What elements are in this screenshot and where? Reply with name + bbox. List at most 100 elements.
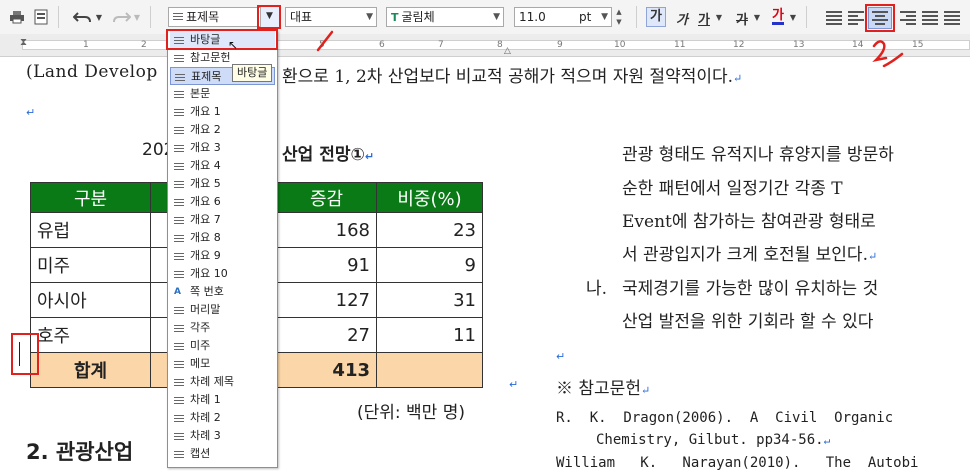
body-text-line: 산업 발전을 위한 기회라 할 수 있다 <box>622 307 873 332</box>
paragraph-mark-icon: ↵ <box>509 378 519 391</box>
dropdown-item[interactable]: 메모 <box>170 355 275 373</box>
style-icon <box>174 269 184 279</box>
table-cell[interactable]: 미주 <box>30 247 151 283</box>
bold-button[interactable]: 가 <box>646 7 666 27</box>
align-left-icon[interactable] <box>848 9 864 25</box>
style-icon <box>174 125 184 135</box>
dropdown-item[interactable]: 개요 2 <box>170 121 275 139</box>
chevron-down-icon: ▼ <box>601 12 608 22</box>
undo-dropdown-icon[interactable]: ▼ <box>94 8 104 26</box>
formatting-toolbar: ▼ ▼ 표제목 ▼ 대표 ▼ T 굴림체 ▼ 11.0 pt ▼ ▲ ▼ 가 가 가… <box>0 0 970 35</box>
redo-dropdown-icon[interactable]: ▼ <box>132 8 142 26</box>
italic-button[interactable]: 가 <box>676 9 688 28</box>
table-total-cell[interactable]: 413 <box>276 352 377 388</box>
dropdown-item[interactable]: 차례 제목 <box>170 373 275 391</box>
list-marker: 나. <box>586 279 608 299</box>
font-select[interactable]: T 굴림체 ▼ <box>386 7 504 27</box>
dropdown-item[interactable]: 개요 4 <box>170 157 275 175</box>
table-cell[interactable]: 23 <box>376 212 483 248</box>
font-style-icon: A <box>174 287 181 297</box>
style-icon <box>174 197 184 207</box>
dropdown-item[interactable]: 차례 2 <box>170 409 275 427</box>
table-cell[interactable]: 호주 <box>30 317 151 353</box>
reference-text: Chemistry, Gilbut. pp34-56. <box>596 432 824 448</box>
ruler-number: 1 <box>83 40 89 50</box>
table-cell[interactable]: 127 <box>276 282 377 318</box>
table-total-cell[interactable] <box>376 352 483 388</box>
table-total-cell[interactable]: 합계 <box>30 352 151 388</box>
style-icon <box>174 215 184 225</box>
style-icon <box>173 9 183 20</box>
style-dropdown-list[interactable]: 바탕글 참고문헌 표제목 본문 개요 1 개요 2 개요 3 개요 4 개요 5… <box>167 30 278 468</box>
indent-marker-icon[interactable]: ⧗ <box>20 37 27 48</box>
table-cell[interactable]: 유럽 <box>30 212 151 248</box>
dropdown-item[interactable]: 개요 10 <box>170 265 275 283</box>
align-split-icon[interactable] <box>944 9 960 25</box>
toolbar-separator <box>58 6 59 28</box>
table-cell[interactable]: 11 <box>376 317 483 353</box>
toolbar-separator <box>150 6 151 28</box>
font-size-stepper[interactable]: ▲ ▼ <box>614 7 624 27</box>
table-cell[interactable]: 9 <box>376 247 483 283</box>
paragraph-mark-icon: ↵ <box>364 150 375 163</box>
style-icon <box>174 305 184 315</box>
table-cell[interactable]: 168 <box>276 212 377 248</box>
redo-icon[interactable] <box>110 8 132 26</box>
paragraph-mark-icon: ↵ <box>823 434 831 447</box>
body-text-fragment: 산업 발전을 위한 기회라 할 수 있다 <box>622 312 874 332</box>
style-icon <box>174 413 184 423</box>
font-size-value: 11.0 <box>519 10 546 24</box>
font-size-field[interactable]: 11.0 pt ▼ <box>514 7 612 27</box>
horizontal-ruler[interactable]: ⧗ 1 2 3 4 5 6 7 8 △ 9 10 11 12 13 14 15 <box>0 34 970 57</box>
dropdown-item[interactable]: A쪽 번호 <box>170 283 275 301</box>
dropdown-item[interactable]: 미주 <box>170 337 275 355</box>
paragraph-mark-icon: ↵ <box>733 72 743 85</box>
mouse-cursor-icon: ↖ <box>228 38 239 52</box>
align-distribute-icon[interactable] <box>922 9 938 25</box>
unit-caption-text: (단위: 백만 명) <box>357 403 465 423</box>
dropdown-item[interactable]: 개요 7 <box>170 211 275 229</box>
table-header-cell[interactable]: 증감 <box>276 182 377 213</box>
dropdown-item[interactable]: 개요 8 <box>170 229 275 247</box>
table-header-cell[interactable]: 비중(%) <box>376 182 483 213</box>
dropdown-item[interactable]: 개요 9 <box>170 247 275 265</box>
body-text-line: 국제경기를 가능한 많이 유치하는 것 <box>622 274 878 299</box>
tooltip: 바탕글 <box>232 64 273 82</box>
dropdown-item[interactable]: 개요 6 <box>170 193 275 211</box>
font-color-dropdown-icon[interactable]: ▼ <box>788 8 798 26</box>
font-size-unit: pt <box>579 10 592 24</box>
dropdown-item[interactable]: 차례 3 <box>170 427 275 445</box>
dropdown-item[interactable]: 개요 1 <box>170 103 275 121</box>
dropdown-item[interactable]: 본문 <box>170 85 275 103</box>
preview-icon[interactable] <box>32 8 50 26</box>
tab-marker-icon[interactable]: △ <box>504 46 511 56</box>
table-cell[interactable]: 27 <box>276 317 377 353</box>
table-cell[interactable]: 아시아 <box>30 282 151 318</box>
body-text-fragment: 국제경기를 가능한 많이 유치하는 것 <box>622 279 879 299</box>
underline-dropdown-icon[interactable]: ▼ <box>714 8 724 26</box>
dropdown-item[interactable]: 각주 <box>170 319 275 337</box>
body-text-fragment: (Land Develop <box>26 62 158 82</box>
align-right-icon[interactable] <box>900 9 916 25</box>
table-header-cell[interactable]: 구분 <box>30 182 151 213</box>
paragraph-mark-icon: ↵ <box>867 250 878 263</box>
underline-button[interactable]: 가 <box>698 9 710 28</box>
dropdown-item[interactable]: 개요 5 <box>170 175 275 193</box>
dropdown-item[interactable]: 차례 1 <box>170 391 275 409</box>
dropdown-item[interactable]: 캡션 <box>170 445 275 463</box>
strikethrough-button[interactable]: 가 <box>736 9 748 28</box>
body-text-line: 관광 형태도 유적지나 휴양지를 방문하 <box>622 140 894 165</box>
strikethrough-dropdown-icon[interactable]: ▼ <box>752 8 762 26</box>
ruler-number: 6 <box>379 40 385 50</box>
font-color-button[interactable]: 가 <box>772 9 784 25</box>
dropdown-item[interactable]: 개요 3 <box>170 139 275 157</box>
table-cell[interactable]: 31 <box>376 282 483 318</box>
style-icon <box>174 377 184 387</box>
print-icon[interactable] <box>8 8 26 26</box>
body-text-fragment: 환으로 1, 2차 산업보다 비교적 공해가 적으며 자원 절약적이다. <box>282 67 734 87</box>
undo-icon[interactable] <box>72 8 94 26</box>
align-justify-icon[interactable] <box>826 9 842 25</box>
dropdown-item[interactable]: 머리말 <box>170 301 275 319</box>
table-cell[interactable]: 91 <box>276 247 377 283</box>
paragraph-select[interactable]: 대표 ▼ <box>285 7 377 27</box>
